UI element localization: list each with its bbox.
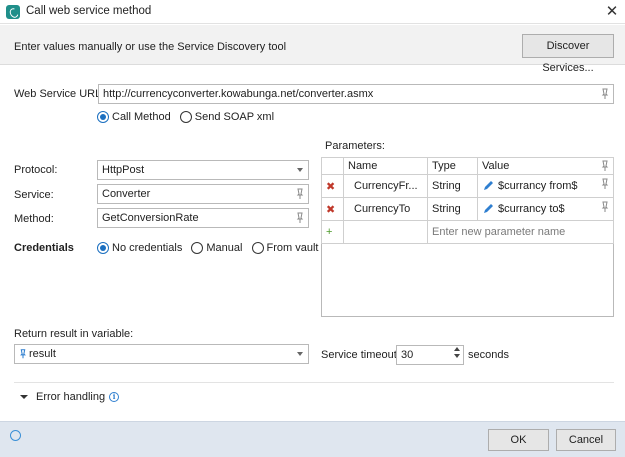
app-logo-icon xyxy=(6,5,20,19)
error-handling-label: Error handling xyxy=(36,391,106,403)
no-credentials-radio[interactable] xyxy=(97,242,109,255)
close-button[interactable]: ✕ xyxy=(602,2,622,22)
window-title: Call web service method xyxy=(26,5,152,17)
spin-buttons[interactable] xyxy=(451,345,463,364)
new-param-name-cell[interactable] xyxy=(343,220,428,244)
table-row[interactable]: ✖ CurrencyFr... String $currancy from$ xyxy=(321,174,614,198)
result-variable-select[interactable]: result xyxy=(14,344,309,364)
new-parameter-input[interactable]: Enter new parameter name xyxy=(427,220,614,244)
increment-icon[interactable] xyxy=(454,347,460,351)
no-credentials-label: No credentials xyxy=(112,242,183,255)
param-value-text: $currancy to$ xyxy=(498,203,565,215)
pencil-icon[interactable] xyxy=(482,204,494,214)
parameters-table: Name Type Value ✖ CurrencyFr... String $… xyxy=(321,157,614,244)
timeout-unit: seconds xyxy=(468,349,509,361)
result-label: Return result in variable: xyxy=(14,328,134,340)
manual-credentials-radio[interactable] xyxy=(191,242,204,255)
info-icon[interactable]: i xyxy=(109,392,120,403)
method-field[interactable]: GetConversionRate xyxy=(97,208,309,228)
info-text: Enter values manually or use the Service… xyxy=(14,41,287,53)
decrement-icon[interactable] xyxy=(454,354,460,358)
parameters-label: Parameters: xyxy=(325,140,385,152)
delete-row-icon[interactable]: ✖ xyxy=(321,197,344,221)
url-field[interactable]: http://currencyconverter.kowabunga.net/c… xyxy=(98,84,614,104)
result-value: result xyxy=(29,348,56,360)
pin-icon[interactable] xyxy=(601,200,609,214)
delete-row-icon[interactable]: ✖ xyxy=(321,174,344,198)
pencil-icon[interactable] xyxy=(482,181,494,191)
column-header-name[interactable]: Name xyxy=(343,157,428,175)
chevron-down-icon[interactable] xyxy=(20,393,28,401)
chevron-down-icon xyxy=(297,352,303,356)
method-value: GetConversionRate xyxy=(102,212,199,224)
pin-icon[interactable] xyxy=(601,159,609,173)
manual-credentials-label: Manual xyxy=(206,242,243,255)
pin-icon[interactable] xyxy=(296,211,304,225)
variable-pin-icon xyxy=(20,349,26,359)
timeout-label: Service timeout: xyxy=(321,349,400,361)
call-method-radio[interactable] xyxy=(97,111,109,124)
param-name-cell[interactable]: CurrencyFr... xyxy=(343,174,428,198)
param-value-cell[interactable]: $currancy to$ xyxy=(477,197,614,221)
column-header-value-text: Value xyxy=(482,160,510,172)
service-label: Service: xyxy=(14,189,54,201)
credentials-radio-group: No credentials Manual From vault xyxy=(97,242,325,255)
timeout-value: 30 xyxy=(401,349,414,361)
vault-credentials-label: From vault xyxy=(266,242,319,255)
param-name-cell[interactable]: CurrencyTo xyxy=(343,197,428,221)
vault-credentials-radio[interactable] xyxy=(251,242,264,255)
new-parameter-row[interactable]: + Enter new parameter name xyxy=(321,220,614,244)
method-label: Method: xyxy=(14,213,54,225)
column-header-value[interactable]: Value xyxy=(477,157,614,175)
discover-services-button[interactable]: Discover Services... xyxy=(522,34,614,74)
divider xyxy=(14,382,614,383)
error-handling-toggle[interactable]: Error handling i xyxy=(36,391,120,403)
status-ring-icon xyxy=(10,430,21,441)
protocol-select[interactable]: HttpPost xyxy=(97,160,309,180)
param-value-cell[interactable]: $currancy from$ xyxy=(477,174,614,198)
column-header-type[interactable]: Type xyxy=(427,157,478,175)
ok-button[interactable]: OK xyxy=(488,429,549,451)
chevron-down-icon xyxy=(297,168,303,172)
service-value: Converter xyxy=(102,188,151,200)
credentials-label: Credentials xyxy=(14,242,74,254)
send-soap-radio[interactable] xyxy=(179,111,192,124)
protocol-value: HttpPost xyxy=(102,164,145,176)
table-row[interactable]: ✖ CurrencyTo String $currancy to$ xyxy=(321,197,614,221)
call-method-label: Call Method xyxy=(112,111,171,124)
column-header-blank xyxy=(321,157,344,175)
service-field[interactable]: Converter xyxy=(97,184,309,204)
send-soap-label: Send SOAP xml xyxy=(194,111,275,124)
url-label: Web Service URL: xyxy=(14,88,105,100)
pin-icon[interactable] xyxy=(601,177,609,191)
param-value-text: $currancy from$ xyxy=(498,180,578,192)
cancel-button[interactable]: Cancel xyxy=(556,429,616,451)
add-row-icon[interactable]: + xyxy=(321,220,344,244)
protocol-label: Protocol: xyxy=(14,164,58,176)
param-type-cell[interactable]: String xyxy=(427,197,478,221)
url-value: http://currencyconverter.kowabunga.net/c… xyxy=(103,88,374,100)
mode-radio-group: Call Method Send SOAP xml xyxy=(97,111,280,124)
pin-icon[interactable] xyxy=(601,87,609,101)
param-type-cell[interactable]: String xyxy=(427,174,478,198)
pin-icon[interactable] xyxy=(296,187,304,201)
